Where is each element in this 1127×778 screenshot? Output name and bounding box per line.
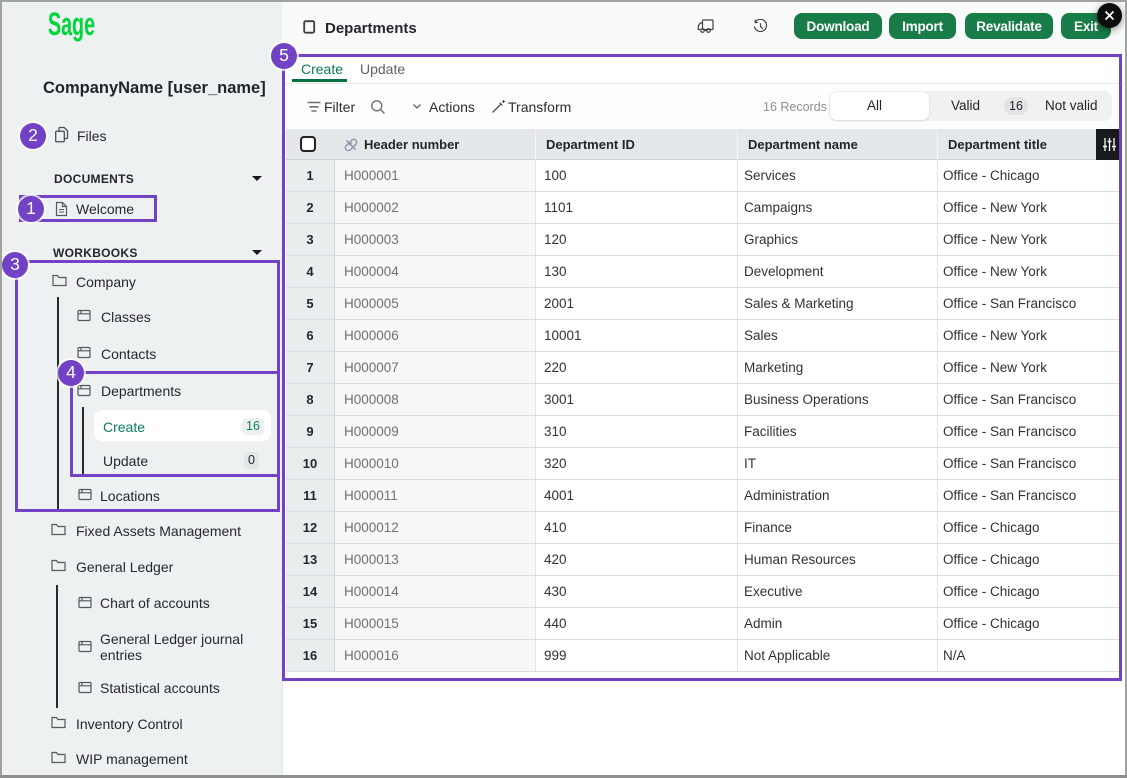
svg-text:Sage: Sage [48, 8, 95, 42]
